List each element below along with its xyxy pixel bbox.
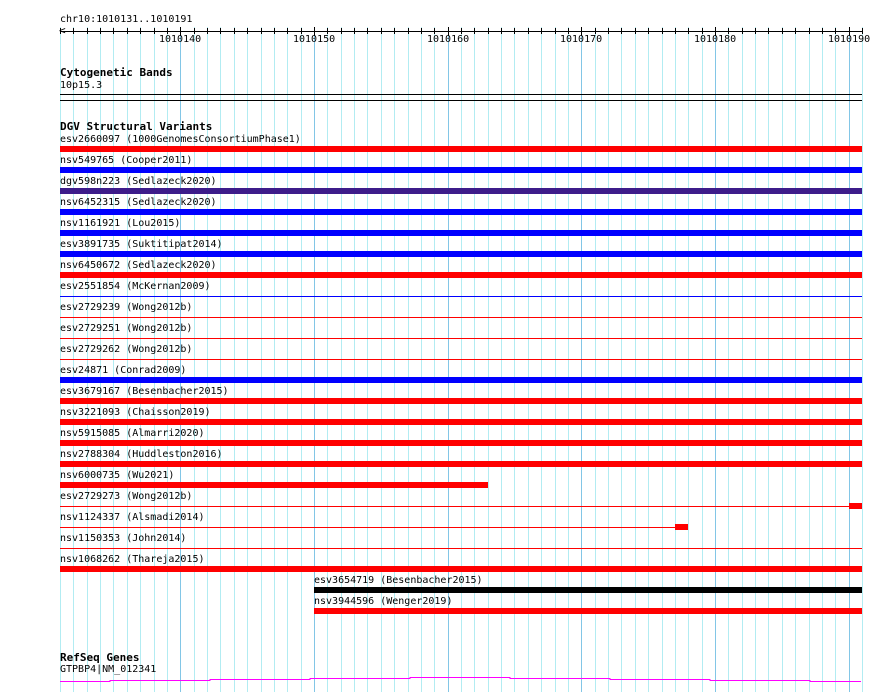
genome-browser-view: chr10:1010131..1010191 < 1010140 1010150 1… (0, 0, 890, 692)
gene-line (60, 677, 861, 682)
gene-model[interactable] (0, 0, 890, 692)
